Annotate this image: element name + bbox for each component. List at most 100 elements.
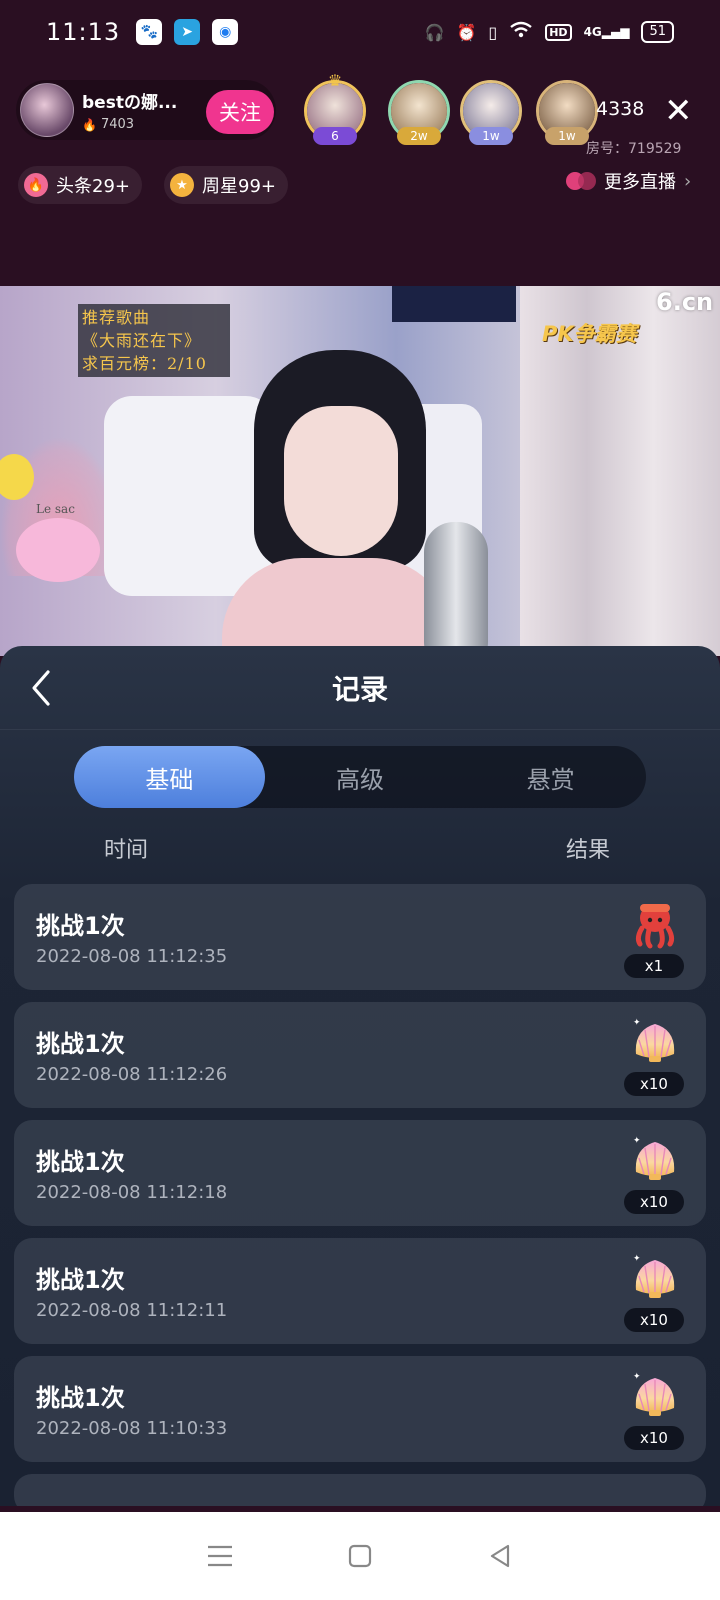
record-time: 2022-08-08 11:12:26: [36, 1064, 228, 1085]
chevron-left-icon: [32, 670, 50, 706]
status-bar: 11:13 🐾 ➤ ◉ 🎧 ⏰ ▯ HD 4G▂▄▆ 51: [0, 0, 720, 64]
list-item: 挑战1次 2022-08-08 11:12:11 ✦ x10: [14, 1238, 706, 1344]
close-icon[interactable]: ✕: [664, 94, 693, 128]
top-viewer-avatar[interactable]: 2w: [388, 80, 450, 145]
record-list[interactable]: 挑战1次 2022-08-08 11:12:35 x1 挑战1次 2022-08…: [14, 884, 706, 1506]
tab-basic[interactable]: 基础: [74, 746, 265, 808]
home-button[interactable]: [340, 1536, 380, 1576]
shell-icon: ✦: [633, 1018, 675, 1062]
prize-quantity: x10: [624, 1308, 684, 1332]
crown-icon: ♛: [327, 71, 343, 90]
menu-button[interactable]: [200, 1536, 240, 1576]
host-name: bestの娜...: [82, 93, 178, 113]
video-streamer-body: [222, 558, 452, 656]
song-line: 《大雨还在下》: [82, 331, 202, 350]
video-lamp: [392, 286, 516, 322]
octopus-icon: [635, 904, 675, 949]
record-prize: ✦ x10: [624, 1016, 684, 1096]
network-type: 4G: [583, 25, 602, 39]
vibrate-icon: ▯: [488, 22, 498, 42]
status-right: 🎧 ⏰ ▯ HD 4G▂▄▆ 51: [425, 21, 674, 43]
weekly-star-label: 周星99+: [202, 176, 276, 197]
back-button[interactable]: [22, 666, 66, 710]
viewer-badge: 6: [313, 127, 357, 145]
top-viewer-avatar[interactable]: ♛ 6: [304, 71, 366, 145]
flame-icon: 🔥: [82, 117, 97, 132]
shell-icon: ✦: [633, 1254, 675, 1298]
headline-chip[interactable]: 🔥 头条29+: [18, 166, 142, 204]
top-viewer-avatar[interactable]: 1w: [460, 80, 522, 145]
list-item: 挑战1次 2022-08-08 11:10:33 ✦ x10: [14, 1356, 706, 1462]
tab-reward[interactable]: 悬赏: [455, 746, 646, 808]
top-viewer-avatar[interactable]: 1w: [536, 80, 598, 145]
back-triangle-icon: [490, 1544, 510, 1568]
host-heat: 🔥 7403: [82, 117, 177, 132]
record-title: 挑战1次: [36, 912, 125, 940]
headline-label: 头条29+: [56, 176, 130, 197]
host-avatar[interactable]: [20, 83, 74, 137]
host-info: bestの娜... 🔥 7403: [82, 88, 177, 132]
column-header-time: 时间: [104, 838, 149, 863]
record-prize: ✦ x10: [624, 1370, 684, 1450]
battery-indicator: 51: [641, 21, 674, 43]
hd-badge: HD: [545, 23, 572, 41]
baidu-app-icon: 🐾: [136, 19, 163, 45]
star-icon: ★: [170, 173, 194, 197]
record-time: 2022-08-08 11:10:33: [36, 1418, 228, 1439]
status-time: 11:13: [46, 18, 121, 46]
svg-text:✦: ✦: [633, 1018, 641, 1028]
weekly-star-chip[interactable]: ★ 周星99+: [164, 166, 288, 204]
list-item: 挑战1次 2022-08-08 11:12:26 ✦ x10: [14, 1002, 706, 1108]
viewer-badge: 1w: [545, 127, 589, 145]
headphones-icon: 🎧: [424, 22, 445, 42]
wifi-icon: [509, 21, 533, 43]
svg-text:✦: ✦: [633, 1136, 641, 1146]
viewer-badge: 1w: [469, 127, 513, 145]
video-microphone: [424, 522, 488, 656]
follow-button[interactable]: 关注: [206, 90, 274, 134]
record-prize: x1: [624, 898, 684, 978]
brand-logo: 6.cn: [656, 288, 714, 316]
record-title: 挑战1次: [36, 1030, 125, 1058]
record-title: 挑战1次: [36, 1148, 125, 1176]
song-request-box: 推荐歌曲 《大雨还在下》 求百元榜：2/10: [78, 304, 230, 377]
prize-quantity: x10: [624, 1072, 684, 1096]
record-title: 挑战1次: [36, 1266, 125, 1294]
record-panel: 记录 基础 高级 悬赏 时间 结果 挑战1次 2022-08-08 11:12:…: [0, 646, 720, 1506]
record-prize: ✦ x10: [624, 1134, 684, 1214]
signal-icon: 4G▂▄▆: [583, 25, 630, 39]
record-title: 挑战1次: [36, 1384, 125, 1412]
record-time: 2022-08-08 11:12:11: [36, 1300, 228, 1321]
viewer-count[interactable]: 4338: [596, 98, 644, 120]
live-video[interactable]: 推荐歌曲 《大雨还在下》 求百元榜：2/10 Le sac 6.cn PK争霸赛: [0, 286, 720, 656]
telegram-app-icon: ➤: [174, 19, 201, 45]
live-dots-icon: [566, 172, 596, 190]
list-item: 挑战1次 2022-08-08 11:12:18 ✦ x10: [14, 1120, 706, 1226]
record-time: 2022-08-08 11:12:35: [36, 946, 228, 967]
svg-text:✦: ✦: [633, 1254, 641, 1264]
droplet-app-icon: ◉: [212, 19, 239, 45]
chevron-right-icon: ›: [684, 170, 692, 192]
alarm-icon: ⏰: [456, 22, 477, 42]
back-nav-button[interactable]: [480, 1536, 520, 1576]
more-live-link[interactable]: 更多直播 ›: [566, 168, 691, 194]
shell-icon: ✦: [633, 1136, 675, 1180]
status-app-icons: 🐾 ➤ ◉: [136, 19, 239, 45]
song-line: 求百元榜：2/10: [82, 354, 207, 373]
svg-text:✦: ✦: [633, 1372, 641, 1382]
shell-icon: ✦: [633, 1372, 675, 1416]
prize-quantity: x1: [624, 954, 684, 978]
panel-header: 记录: [0, 646, 720, 730]
record-tabs: 基础 高级 悬赏: [74, 746, 646, 808]
panel-title: 记录: [331, 672, 388, 706]
video-lamp-ball: [16, 518, 100, 582]
host-heat-value: 7403: [100, 117, 135, 132]
prize-quantity: x10: [624, 1190, 684, 1214]
pk-logo: PK争霸赛: [542, 322, 637, 346]
video-streamer-face: [284, 406, 398, 556]
viewer-badge: 2w: [397, 127, 441, 145]
tab-advanced[interactable]: 高级: [265, 746, 456, 808]
home-square-icon: [348, 1544, 372, 1568]
flame-icon: 🔥: [24, 173, 48, 197]
system-nav-bar: [0, 1512, 720, 1600]
